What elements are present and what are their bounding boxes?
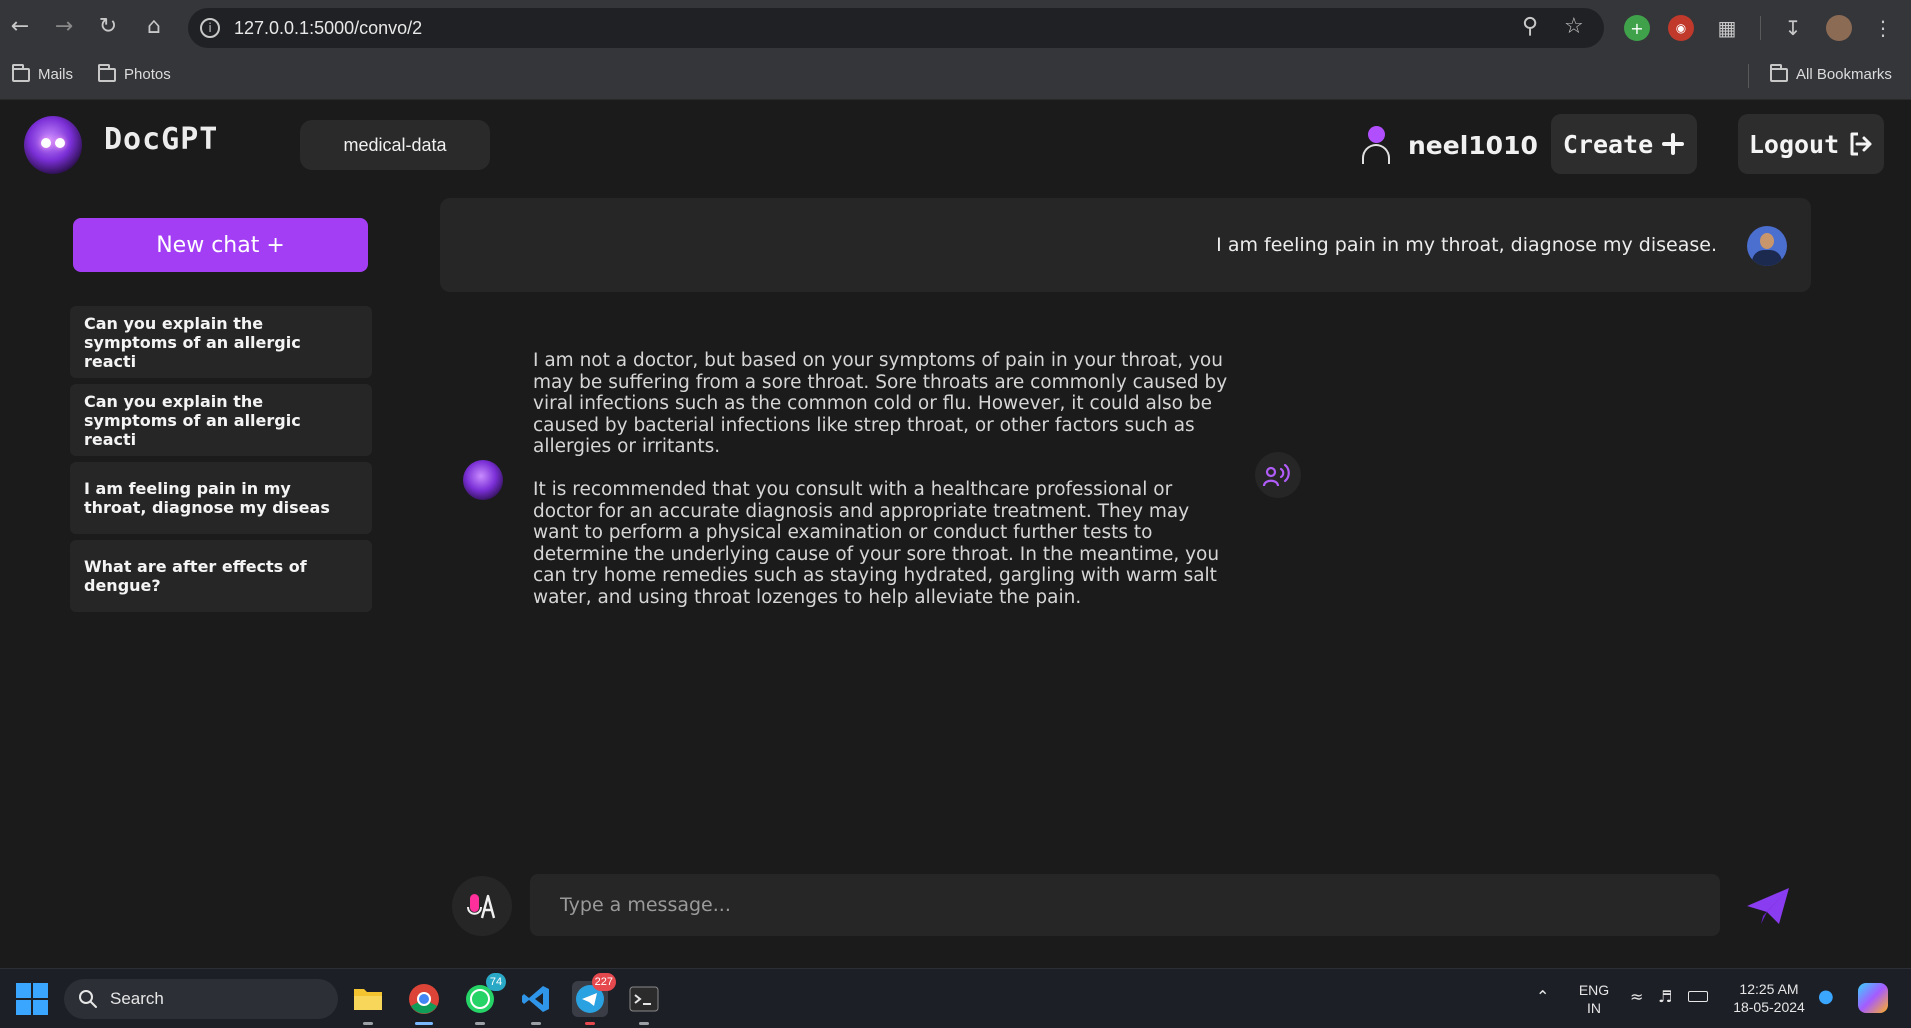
time-label: 12:25 AM bbox=[1739, 981, 1799, 997]
home-icon[interactable]: ⌂ bbox=[138, 10, 170, 42]
date-label: 18-05-2024 bbox=[1733, 999, 1805, 1015]
dataset-selector[interactable]: medical-data bbox=[300, 120, 490, 170]
chat-history-item[interactable]: I am feeling pain in my throat, diagnose… bbox=[70, 462, 372, 534]
notification-bell-icon[interactable]: ● bbox=[1818, 986, 1834, 1007]
folder-icon bbox=[98, 63, 116, 82]
download-icon[interactable]: ↧ bbox=[1780, 15, 1806, 41]
bookmark-photos[interactable]: Photos bbox=[98, 63, 171, 83]
telegram-badge: 227 bbox=[591, 973, 616, 991]
forward-icon[interactable]: → bbox=[48, 10, 80, 42]
bot-message-paragraph: It is recommended that you consult with … bbox=[533, 478, 1220, 608]
create-label: Create bbox=[1562, 129, 1654, 159]
user-message-text: I am feeling pain in my throat, diagnose… bbox=[1216, 234, 1717, 256]
folder-icon bbox=[12, 63, 30, 82]
terminal-icon[interactable] bbox=[626, 981, 662, 1025]
bookmark-label: Mails bbox=[38, 66, 74, 83]
bookmark-mails[interactable]: Mails bbox=[12, 63, 74, 83]
logo-eye bbox=[41, 138, 51, 148]
profile-avatar[interactable] bbox=[1826, 15, 1852, 41]
bot-message-paragraph: I am not a doctor, but based on your sym… bbox=[533, 350, 1228, 458]
bookmark-star-icon[interactable]: ☆ bbox=[1564, 14, 1584, 39]
windows-start-icon[interactable] bbox=[16, 983, 48, 1015]
brand-name[interactable]: DocGPT bbox=[104, 122, 218, 157]
file-explorer-icon[interactable] bbox=[350, 981, 386, 1025]
all-bookmarks-label: All Bookmarks bbox=[1796, 66, 1892, 83]
chrome-icon[interactable] bbox=[406, 981, 442, 1025]
new-chat-button[interactable]: New chat + bbox=[73, 218, 368, 272]
wifi-icon[interactable]: ≈ bbox=[1630, 987, 1643, 1006]
chat-history-item[interactable]: What are after effects of dengue? bbox=[70, 540, 372, 612]
docgpt-app: DocGPT medical-data neel1010 Create Logo… bbox=[0, 100, 1911, 968]
address-bar[interactable]: i 127.0.0.1:5000/convo/2 ⚲ ☆ bbox=[188, 8, 1604, 48]
copilot-icon[interactable] bbox=[1858, 983, 1888, 1013]
user-icon bbox=[1358, 124, 1394, 166]
read-aloud-button[interactable] bbox=[1255, 452, 1301, 498]
user-message: I am feeling pain in my throat, diagnose… bbox=[440, 198, 1811, 292]
logout-button[interactable]: Logout bbox=[1738, 114, 1884, 174]
language-label: ENG bbox=[1578, 982, 1610, 998]
battery-icon[interactable] bbox=[1688, 991, 1708, 1002]
user-avatar bbox=[1747, 226, 1787, 266]
username: neel1010 bbox=[1408, 130, 1538, 160]
create-button[interactable]: Create bbox=[1551, 114, 1697, 174]
folder-icon bbox=[1770, 63, 1788, 82]
bookmarks-divider bbox=[1748, 64, 1749, 88]
vscode-icon[interactable] bbox=[518, 981, 554, 1025]
bookmark-label: Photos bbox=[124, 66, 171, 83]
chat-history-item[interactable]: Can you explain the symptoms of an aller… bbox=[70, 384, 372, 456]
bot-avatar bbox=[463, 460, 503, 500]
volume-icon[interactable]: ♬ bbox=[1658, 987, 1672, 1006]
extension-plus-icon[interactable]: + bbox=[1624, 15, 1650, 41]
speaker-voice-icon bbox=[1262, 463, 1290, 487]
browser-menu-icon[interactable]: ⋮ bbox=[1870, 15, 1896, 41]
toolbar-divider bbox=[1760, 16, 1761, 40]
voice-input-button[interactable] bbox=[452, 876, 512, 936]
zoom-icon[interactable]: ⚲ bbox=[1522, 14, 1538, 39]
telegram-icon[interactable]: 227 bbox=[572, 973, 616, 1025]
voice-translate-icon bbox=[467, 894, 496, 919]
logo-eye bbox=[55, 138, 65, 148]
logout-icon bbox=[1850, 132, 1872, 156]
language-indicator[interactable]: ENG IN bbox=[1574, 981, 1614, 1017]
browser-toolbar: ← → ↻ ⌂ i 127.0.0.1:5000/convo/2 ⚲ ☆ + ◉… bbox=[0, 0, 1911, 56]
back-icon[interactable]: ← bbox=[4, 10, 36, 42]
extensions-puzzle-icon[interactable]: ▦ bbox=[1714, 15, 1740, 41]
region-label: IN bbox=[1587, 1000, 1601, 1016]
send-icon bbox=[1747, 888, 1789, 924]
all-bookmarks[interactable]: All Bookmarks bbox=[1770, 63, 1892, 83]
show-hidden-icons-chevron-icon[interactable]: ⌃ bbox=[1536, 987, 1549, 1006]
message-input[interactable] bbox=[530, 874, 1720, 936]
send-button[interactable] bbox=[1744, 882, 1792, 930]
bot-message: I am not a doctor, but based on your sym… bbox=[533, 350, 1233, 609]
search-icon bbox=[79, 990, 97, 1008]
plus-icon bbox=[1662, 133, 1685, 155]
bookmarks-bar: Mails Photos All Bookmarks bbox=[0, 56, 1911, 100]
docgpt-logo[interactable] bbox=[24, 116, 82, 174]
reload-icon[interactable]: ↻ bbox=[92, 10, 124, 42]
chat-history-item[interactable]: Can you explain the symptoms of an aller… bbox=[70, 306, 372, 378]
logout-label: Logout bbox=[1748, 129, 1840, 159]
site-info-icon[interactable]: i bbox=[200, 18, 220, 38]
search-label: Search bbox=[110, 989, 164, 1008]
whatsapp-badge: 74 bbox=[486, 973, 506, 991]
extension-shield-icon[interactable]: ◉ bbox=[1668, 15, 1694, 41]
user-info: neel1010 bbox=[1358, 122, 1538, 168]
url-text[interactable]: 127.0.0.1:5000/convo/2 bbox=[234, 18, 422, 39]
whatsapp-icon[interactable]: 74 bbox=[462, 973, 506, 1025]
windows-taskbar: Search 74 227 ⌃ ENG IN ≈ ♬ 12:25 AM 18-0… bbox=[0, 968, 1911, 1028]
clock[interactable]: 12:25 AM 18-05-2024 bbox=[1724, 980, 1814, 1016]
taskbar-search[interactable]: Search bbox=[64, 979, 338, 1019]
